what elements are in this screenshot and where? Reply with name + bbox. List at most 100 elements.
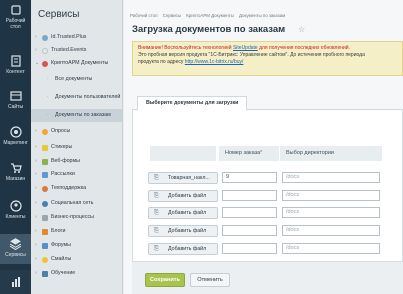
blog-icon [42,228,48,235]
services-sidebar: Сервисы › Id.Trusted.Plus › Trusted.Even… [31,0,123,294]
order-number-input[interactable] [222,190,277,201]
chevron-right-icon: › [35,158,37,164]
siteupdate-link[interactable]: SiteUpdate [233,45,258,51]
sidebar-title: Сервисы [38,9,80,20]
chevron-right-icon: › [35,256,37,262]
menu-clients[interactable]: Клиенты [0,200,31,220]
add-file-button[interactable]: ⎘ Добавить файл [148,207,218,219]
trial-notice: Внимание! Воспользуйтесь технологией Sit… [132,41,403,76]
tab-select-documents[interactable]: Выберите документы для загрузки [137,96,248,110]
directory-input[interactable]: /docs [282,243,380,254]
sticker-icon [42,144,48,151]
menu-marketing[interactable]: Маркетинг [0,126,31,146]
breadcrumb-item[interactable]: Документы по заказам [239,13,285,18]
sidebar-item-order-docs[interactable]: · Документы по заказам [31,109,122,122]
sidebar-item-id-trusted-plus[interactable]: › Id.Trusted.Plus [31,31,122,44]
module-icon [42,34,48,41]
tab-bar: Выберите документы для загрузки [132,96,403,110]
process-icon [42,214,48,221]
webform-icon [42,158,48,165]
directory-input[interactable]: /docs [282,190,380,201]
chevron-right-icon: › [35,242,37,248]
chevron-right-icon: › [35,270,37,276]
save-button[interactable]: Сохранить [145,273,185,287]
paperclip-icon: ⎘ [154,175,159,181]
chevron-right-icon: › [35,185,37,191]
add-file-button[interactable]: ⎘ Товарная_накл... [148,172,218,184]
table-header-file [150,146,216,161]
table-header-directory: Выбор директории [280,146,382,161]
paperclip-icon: ⎘ [154,246,159,252]
menu-services[interactable]: Сервисы [0,234,31,264]
menu-content[interactable]: Контент [0,55,31,75]
sidebar-item-smileys[interactable]: › Смайлы [31,253,122,266]
content-icon [10,55,21,67]
sidebar-item-user-docs[interactable]: · Документы пользователей [31,91,122,104]
support-icon [42,185,48,192]
favorite-star-icon[interactable]: ☆ [298,25,305,34]
main-menu-bar: Рабочий стол Контент Сайты Маркетинг Маг… [0,0,31,294]
breadcrumb-item[interactable]: Сервисы [163,13,181,18]
layers-icon [9,238,22,250]
page-title: Загрузка документов по заказам [132,24,286,35]
desktop-icon [10,5,21,15]
directory-input[interactable]: /docs [282,172,380,183]
bullet-icon: · [47,76,49,82]
add-file-button[interactable]: ⎘ Добавить файл [148,190,218,202]
social-icon [42,200,48,207]
chevron-right-icon: › [35,47,37,53]
order-number-input[interactable] [222,207,277,218]
sidebar-item-trusted-events[interactable]: › Trusted.Events [31,44,122,57]
sidebar-item-stickers[interactable]: › Стикеры [31,141,122,154]
chevron-right-icon: › [35,200,37,206]
poll-icon [42,128,48,135]
sidebar-item-blogs[interactable]: › Блоги [31,225,122,238]
target-icon [9,126,22,138]
cryptoarm-icon [42,60,48,67]
smiley-icon [42,256,48,263]
order-number-input[interactable]: 9 [222,172,277,183]
upload-form [132,110,403,262]
cart-icon [10,163,22,173]
directory-input[interactable]: /docs [282,225,380,236]
analytics-button[interactable] [0,270,31,294]
sidebar-item-webforms[interactable]: › Веб-формы [31,155,122,168]
breadcrumb-item[interactable]: Рабочий стол [130,13,158,18]
bar-chart-icon [11,277,20,287]
table-header-order: Номер заказа* [219,146,279,161]
order-number-input[interactable] [222,225,277,236]
bullet-icon: · [47,112,49,118]
cancel-button[interactable]: Отменить [190,273,230,287]
chevron-right-icon: › [35,144,37,150]
directory-input[interactable]: /docs [282,207,380,218]
add-file-button[interactable]: ⎘ Добавить файл [148,225,218,237]
chevron-right-icon: › [35,228,37,234]
sidebar-item-social-network[interactable]: › Социальная сеть [31,197,122,210]
chevron-right-icon: › [35,214,37,220]
sidebar-item-learning[interactable]: › Обучение [31,267,122,280]
add-file-button[interactable]: ⎘ Добавить файл [148,243,218,255]
paperclip-icon: ⎘ [154,193,159,199]
sites-icon [9,91,22,101]
breadcrumb: Рабочий стол Сервисы КриптоАРМ Документы… [130,13,289,18]
paperclip-icon: ⎘ [154,228,159,234]
sidebar-item-support[interactable]: › Техподдержка [31,182,122,195]
paperclip-icon: ⎘ [154,210,159,216]
module-icon [42,47,48,54]
sidebar-item-polls[interactable]: › Опросы [31,125,122,138]
clients-icon [9,200,22,212]
menu-sites[interactable]: Сайты [0,90,31,110]
sidebar-item-business-processes[interactable]: › Бизнес-процессы [31,211,122,224]
menu-shop[interactable]: Магазин [0,162,31,182]
menu-desktop[interactable]: Рабочий стол [0,4,31,30]
sidebar-item-all-docs[interactable]: · Все документы [31,73,122,86]
sidebar-item-cryptoarm[interactable]: ⌄ КриптоАРМ Документы [31,57,122,70]
sidebar-item-forums[interactable]: › Форумы [31,239,122,252]
chevron-right-icon: › [35,128,37,134]
sidebar-item-mailings[interactable]: › Рассылки [31,168,122,181]
mail-icon [42,171,48,178]
bullet-icon: · [47,94,49,100]
buy-link[interactable]: http://www.1c-bitrix.ru/buy/ [185,59,244,65]
breadcrumb-item[interactable]: КриптоАРМ Документы [186,13,234,18]
order-number-input[interactable] [222,243,277,254]
